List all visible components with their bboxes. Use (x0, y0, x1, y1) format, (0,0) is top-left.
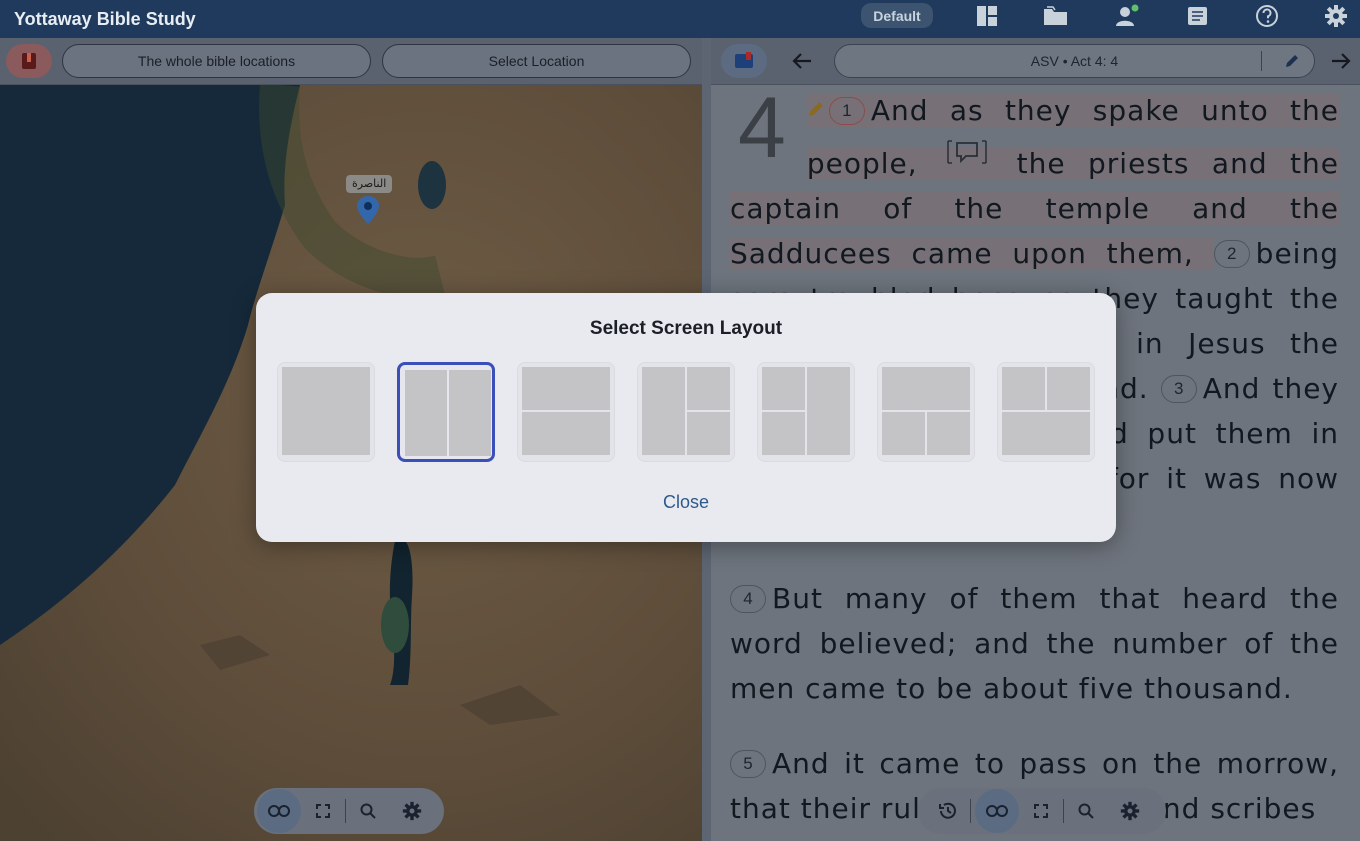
layout-cell (687, 412, 730, 455)
layout-option-left-split-right-big[interactable] (757, 362, 855, 462)
layout-cell (642, 367, 685, 455)
layout-option-left-big-right-split[interactable] (637, 362, 735, 462)
layout-cell (1002, 367, 1045, 410)
layout-cell (687, 367, 730, 410)
layout-option-top-big-bottom-split[interactable] (877, 362, 975, 462)
layout-cell (807, 367, 850, 455)
layout-cell (282, 367, 370, 455)
layout-option-top-split-bottom-big[interactable] (997, 362, 1095, 462)
layout-option-two-rows[interactable] (517, 362, 615, 462)
layout-cell (762, 412, 805, 455)
modal-overlay[interactable]: Select Screen Layout Close (0, 0, 1360, 841)
dialog-title: Select Screen Layout (589, 318, 783, 339)
layout-cell (522, 412, 610, 455)
layout-cell (762, 367, 805, 410)
layout-cell (882, 367, 970, 410)
select-layout-dialog: Select Screen Layout Close (256, 293, 1116, 542)
close-button[interactable]: Close (636, 489, 736, 515)
layout-cell (882, 412, 925, 455)
layout-cell (1002, 412, 1090, 455)
layout-cell (927, 412, 970, 455)
layout-cell (522, 367, 610, 410)
layout-cell (405, 370, 447, 456)
layout-option-single[interactable] (277, 362, 375, 462)
layout-option-two-columns[interactable] (397, 362, 495, 462)
layout-cell (1047, 367, 1090, 410)
layout-cell (449, 370, 491, 456)
